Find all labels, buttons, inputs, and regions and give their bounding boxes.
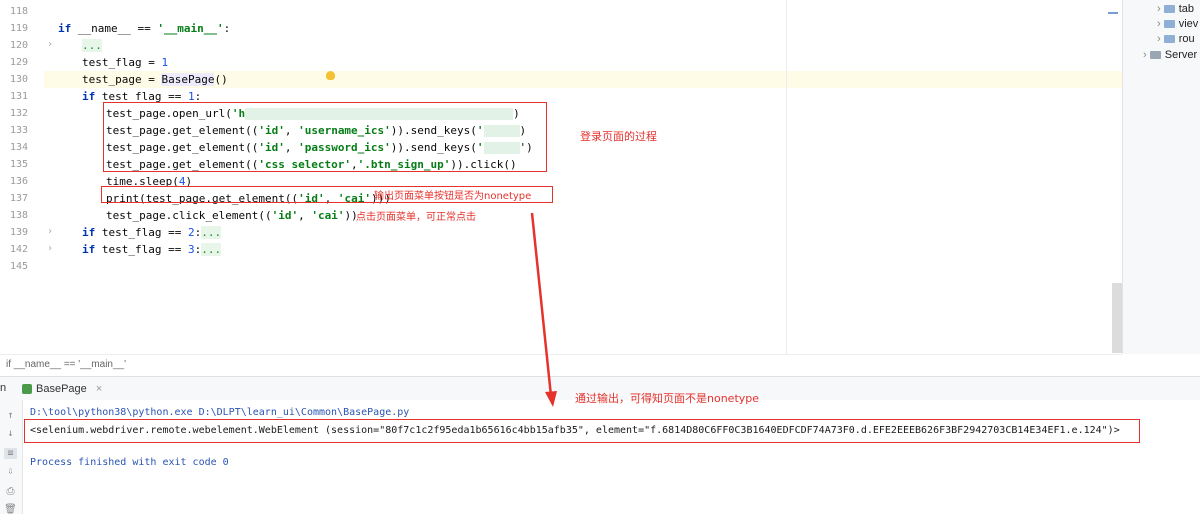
tree-item[interactable]: › tab	[1157, 1, 1194, 17]
scroll-marker[interactable]	[1108, 12, 1118, 14]
run-label-fragment: n	[0, 382, 7, 394]
editor-scrollbar[interactable]	[1112, 283, 1122, 353]
chevron-right-icon: ›	[1157, 3, 1161, 15]
line-number: 132	[9, 108, 28, 119]
print-icon[interactable]: ⎙	[4, 486, 17, 497]
run-tab[interactable]: BasePage ×	[22, 377, 102, 401]
tree-item[interactable]: › Server	[1143, 47, 1197, 63]
code-line[interactable]: ...	[82, 37, 102, 54]
code-line[interactable]: if __name__ == '__main__':	[58, 20, 230, 37]
line-number: 136	[9, 176, 28, 187]
line-number: 120	[9, 40, 28, 51]
login-annotation: 登录页面的过程	[580, 130, 657, 143]
code-line[interactable]: if test_flag == 3:...	[82, 241, 222, 258]
code-line[interactable]: if test_flag == 2:...	[82, 224, 222, 241]
breadcrumb[interactable]: if __name__ == '__main__'	[0, 354, 1122, 374]
fold-expand-icon[interactable]: ›	[47, 39, 53, 50]
code-line[interactable]: test_page = BasePage()	[82, 71, 228, 88]
folded-code[interactable]: ...	[82, 39, 102, 52]
line-number: 142	[9, 244, 28, 255]
folder-icon	[1163, 35, 1175, 44]
login-code-highlight-box	[103, 102, 547, 172]
line-number: 137	[9, 193, 28, 204]
line-number: 130	[9, 74, 28, 85]
delete-icon[interactable]: 🗑	[4, 504, 17, 515]
project-tree-panel: › tab › viev › rou › Server	[1122, 0, 1200, 354]
line-number: 138	[9, 210, 28, 221]
line-number-gutter: 118 119 120 129 130 131 132 133 134 135 …	[0, 0, 44, 354]
folded-code[interactable]: ...	[201, 226, 222, 239]
run-tab-label: BasePage	[36, 383, 87, 395]
folder-icon	[1163, 20, 1175, 29]
arrow-up-icon[interactable]: ↑	[4, 410, 17, 421]
folded-code[interactable]: ...	[201, 243, 222, 256]
line-number: 139	[9, 227, 28, 238]
scroll-to-end-icon[interactable]: ⇩	[4, 466, 17, 477]
tree-item[interactable]: › rou	[1157, 31, 1195, 47]
console-output-highlight-box	[24, 419, 1140, 443]
console-toolbar: ↑ ↓ ≡ ⇩ ⎙ 🗑	[0, 400, 23, 515]
line-number: 133	[9, 125, 28, 136]
line-number: 119	[9, 23, 28, 34]
server-folder-icon	[1149, 51, 1161, 60]
folder-icon	[1163, 5, 1175, 14]
line-number: 134	[9, 142, 28, 153]
fold-expand-icon[interactable]: ›	[47, 243, 53, 254]
result-annotation: 通过输出，可得知页面不是nonetype	[575, 392, 760, 405]
code-editor[interactable]: 118 119 120 129 130 131 132 133 134 135 …	[0, 0, 1122, 354]
line-number: 135	[9, 159, 28, 170]
print-annotation: 输出页面菜单按钮是否为nonetype	[374, 191, 532, 202]
right-margin-guide	[786, 0, 787, 354]
line-number: 118	[9, 6, 28, 17]
arrow-down-icon[interactable]: ↓	[4, 428, 17, 439]
chevron-right-icon: ›	[1157, 18, 1161, 30]
python-file-icon	[22, 384, 32, 395]
code-line[interactable]: test_flag = 1	[82, 54, 168, 71]
code-line[interactable]: test_page.click_element(('id', 'cai'))	[106, 207, 358, 224]
line-number: 129	[9, 57, 28, 68]
fold-expand-icon[interactable]: ›	[47, 226, 53, 237]
console-exit-line: Process finished with exit code 0	[30, 457, 229, 468]
line-number: 131	[9, 91, 28, 102]
run-console[interactable]: ↑ ↓ ≡ ⇩ ⎙ 🗑 D:\tool\python38\python.exe …	[0, 400, 1200, 515]
chevron-right-icon: ›	[1143, 49, 1147, 61]
click-annotation: 点击页面菜单，可正常点击	[356, 212, 476, 223]
line-number: 145	[9, 261, 28, 272]
lightbulb-icon[interactable]	[326, 71, 335, 80]
chevron-right-icon: ›	[1157, 33, 1161, 45]
close-icon[interactable]: ×	[96, 383, 102, 395]
tree-item[interactable]: › viev	[1157, 16, 1198, 32]
soft-wrap-icon[interactable]: ≡	[4, 448, 17, 459]
